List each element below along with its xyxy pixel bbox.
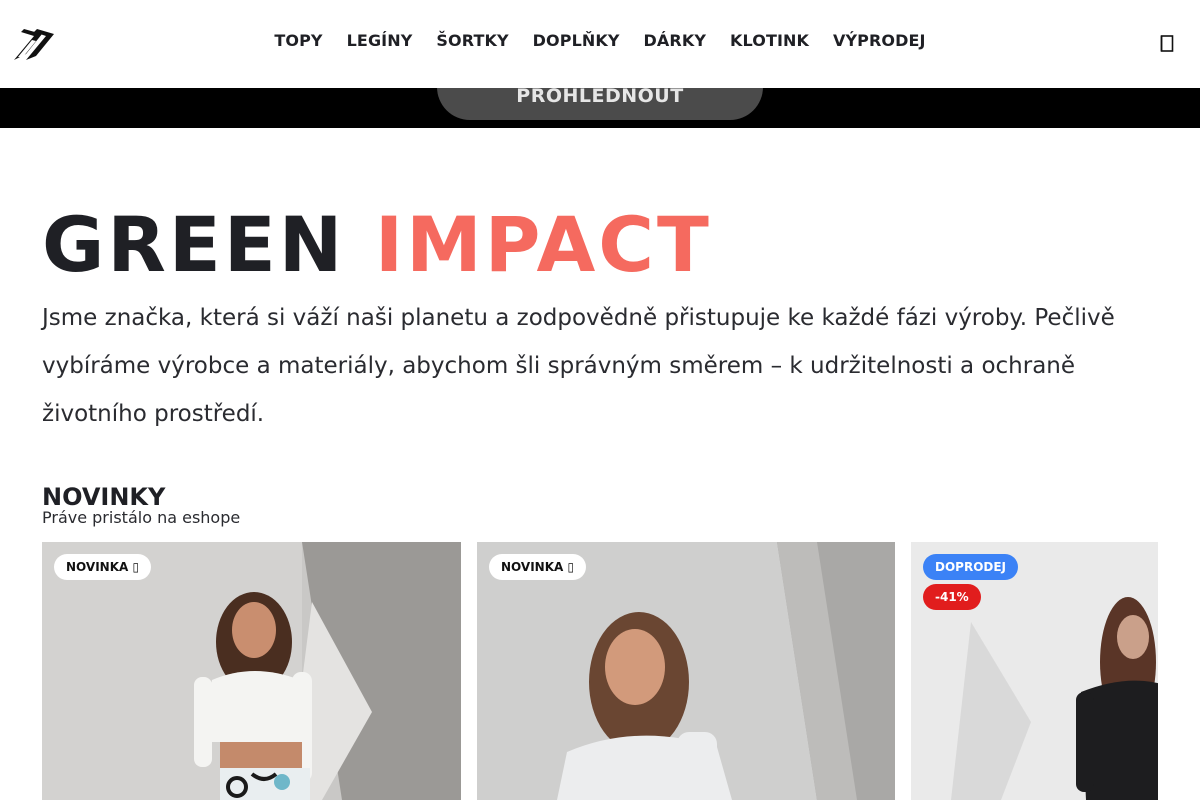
nav-item-darky[interactable]: DÁRKY — [632, 31, 718, 50]
new-badge: NOVINKA ▯ — [489, 554, 587, 580]
product-card[interactable]: DOPRODEJ -41% — [911, 542, 1158, 800]
product-card[interactable]: NOVINKA ▯ — [477, 542, 895, 800]
section-subtitle: Práve pristálo na eshope — [42, 508, 241, 527]
sale-badge: DOPRODEJ — [923, 554, 1019, 580]
product-image — [42, 542, 461, 800]
product-image — [477, 542, 895, 800]
section-title: NOVINKY — [42, 483, 166, 511]
nav-item-klotink[interactable]: KLOTINK — [718, 31, 821, 50]
discount-badge: -41% — [923, 584, 981, 610]
nav-item-leginy[interactable]: LEGÍNY — [335, 31, 425, 50]
site-header: TOPY LEGÍNY ŠORTKY DOPLŇKY DÁRKY KLOTINK… — [0, 0, 1200, 88]
green-impact-text: Jsme značka, která si váží naši planetu … — [42, 305, 1115, 427]
product-image — [911, 542, 1158, 800]
product-card[interactable]: NOVINKA ▯ — [42, 542, 461, 800]
green-impact-heading: GREEN IMPACT — [42, 200, 712, 289]
nav-item-doplnky[interactable]: DOPLŇKY — [521, 31, 632, 50]
heading-word-impact: IMPACT — [374, 200, 712, 289]
product-carousel: NOVINKA ▯ NOVINKA ▯ DOPRODEJ -41% — [42, 542, 1158, 800]
cart-icon[interactable] — [1160, 33, 1174, 53]
nav-item-sortky[interactable]: ŠORTKY — [424, 31, 520, 50]
heading-word-green: GREEN — [42, 200, 346, 289]
nav-item-vyprodej[interactable]: VÝPRODEJ — [821, 31, 938, 50]
nav-item-topy[interactable]: TOPY — [262, 31, 334, 50]
new-badge: NOVINKA ▯ — [54, 554, 152, 580]
main-nav: TOPY LEGÍNY ŠORTKY DOPLŇKY DÁRKY KLOTINK… — [0, 31, 1200, 50]
